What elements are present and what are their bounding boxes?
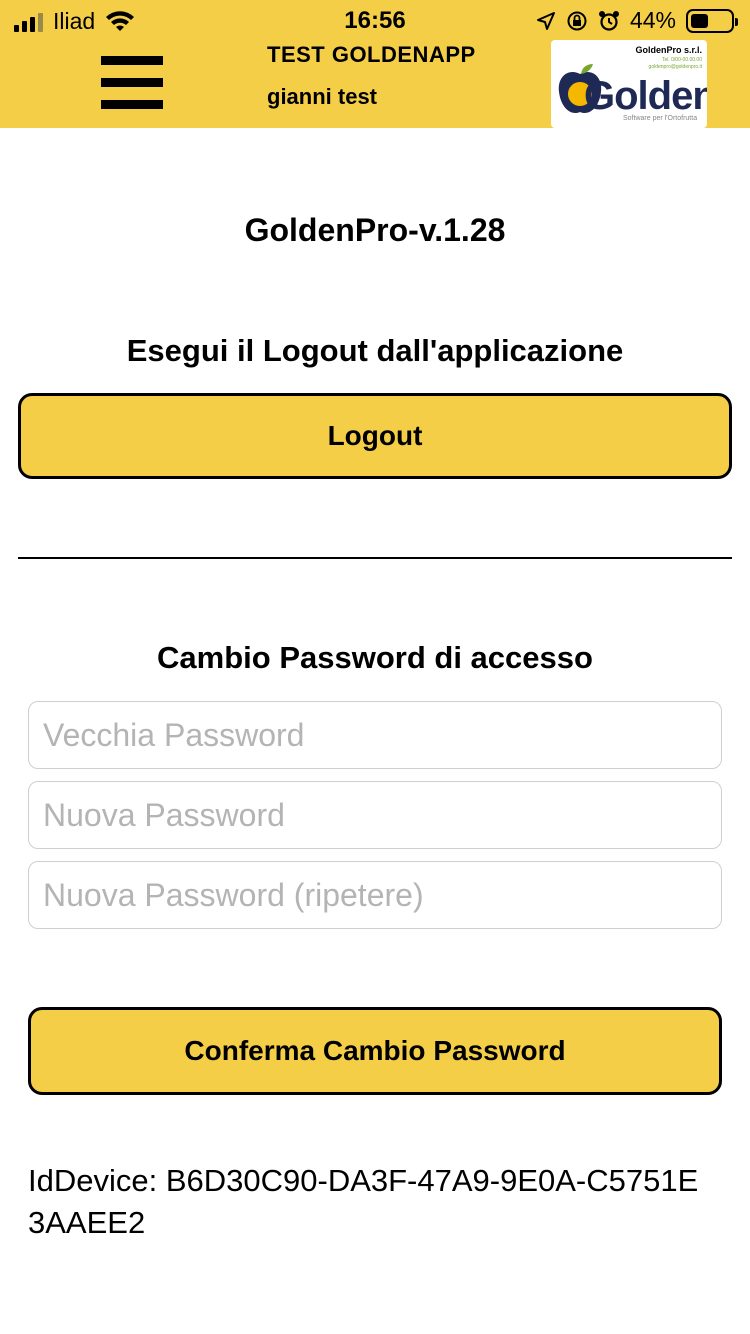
location-arrow-icon xyxy=(536,11,555,30)
app-title: TEST GOLDENAPP xyxy=(267,42,476,67)
status-left: Iliad xyxy=(14,8,135,35)
battery-percent: 44% xyxy=(629,7,676,33)
logo-company: GoldenPro s.r.l. xyxy=(635,45,702,55)
carrier-name: Iliad xyxy=(53,8,96,34)
app-version: GoldenPro-v.1.28 xyxy=(244,212,506,248)
logout-button[interactable]: Logout xyxy=(18,393,732,479)
confirm-password-button[interactable]: Conferma Cambio Password xyxy=(28,1007,722,1095)
old-password-input[interactable] xyxy=(28,701,722,769)
hamburger-menu-icon[interactable] xyxy=(101,56,163,110)
orientation-lock-icon xyxy=(567,11,587,30)
section-divider xyxy=(18,557,732,559)
repeat-password-input[interactable] xyxy=(28,861,722,929)
logo-tagline: Software per l'Ortofrutta xyxy=(623,115,698,122)
logo-phone: Tel. 0/00-00.00.00 xyxy=(661,57,702,63)
status-right: 44% xyxy=(536,7,738,34)
wifi-icon xyxy=(106,10,135,31)
battery-fill xyxy=(691,13,708,28)
new-password-input[interactable] xyxy=(28,781,722,849)
status-bar: Iliad 16:56 44% xyxy=(0,0,750,40)
company-logo: GoldenPro s.r.l. Tel. 0/00-00.00.00 gold… xyxy=(551,40,707,128)
device-id-text: IdDevice: B6D30C90-DA3F-47A9-9E0A-C5751E… xyxy=(28,1163,699,1240)
change-password-heading: Cambio Password di accesso xyxy=(157,640,593,675)
user-name: gianni test xyxy=(267,84,378,109)
logo-email: goldenpro@goldenpro.it xyxy=(648,64,702,70)
signal-icon xyxy=(14,12,43,32)
app-header: Iliad 16:56 44% TEST GOLDENAPP gianni te… xyxy=(0,0,750,128)
alarm-icon xyxy=(598,10,619,31)
logo-brand: Golden xyxy=(584,74,707,118)
battery-icon xyxy=(686,8,738,33)
logout-heading: Esegui il Logout dall'applicazione xyxy=(126,333,624,368)
